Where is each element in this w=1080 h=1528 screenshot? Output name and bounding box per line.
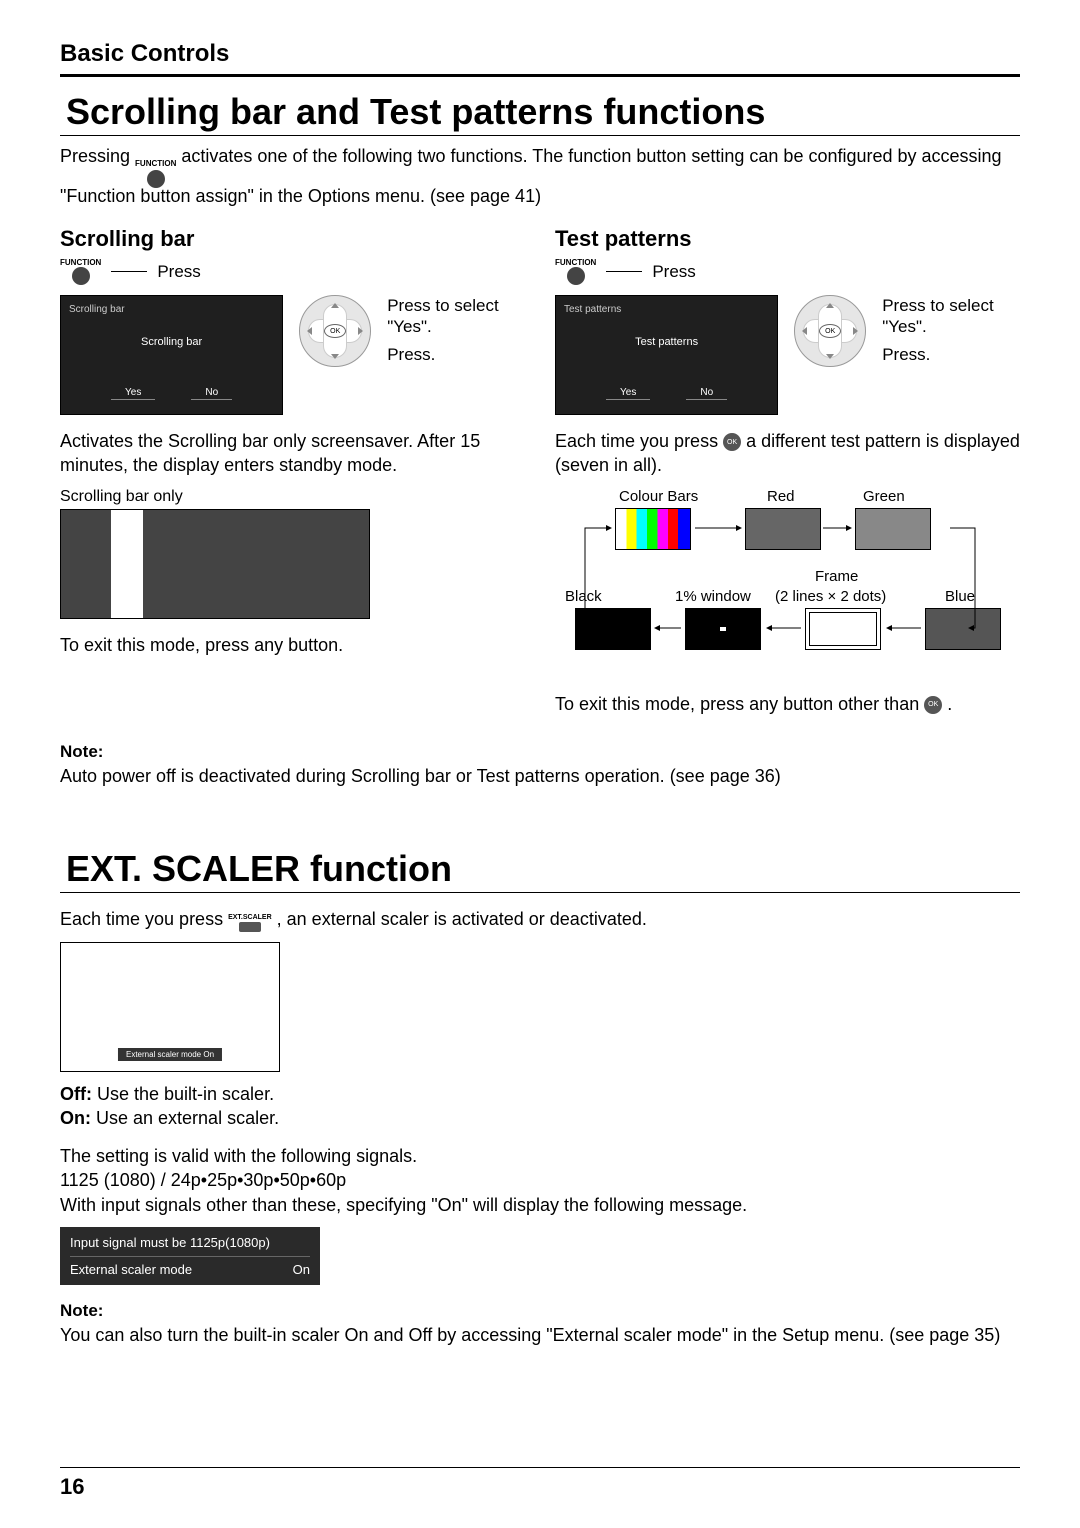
intro-text: Pressing FUNCTION activates one of the f… <box>60 144 1020 208</box>
header-rule <box>60 74 1020 77</box>
scrolling-exit: To exit this mode, press any button. <box>60 633 525 657</box>
function-label: FUNCTION <box>555 258 596 267</box>
osd-no: No <box>686 386 727 400</box>
footer-rule <box>60 1467 1020 1468</box>
test-pattern-diagram: Colour Bars Red Green Frame Black 1% win… <box>555 488 1020 688</box>
function-button-icon <box>567 267 585 285</box>
black-thumb <box>575 608 651 650</box>
dpad-captions: Press to select "Yes". Press. <box>387 295 525 365</box>
section-header: Basic Controls <box>60 40 1020 68</box>
osd-scrolling: Scrolling bar Scrolling bar Yes No <box>60 295 283 415</box>
ok-icon: OK <box>924 696 942 714</box>
title-ext-scaler: EXT. SCALER function <box>66 848 1020 890</box>
title-scrolling-test: Scrolling bar and Test patterns function… <box>66 91 1020 133</box>
test-heading: Test patterns <box>555 226 1020 252</box>
note-label: Note: <box>60 742 1020 762</box>
note-text: Auto power off is deactivated during Scr… <box>60 764 1020 788</box>
frame-thumb <box>805 608 881 650</box>
ok-icon: OK <box>723 433 741 451</box>
scrolling-only-label: Scrolling bar only <box>60 488 525 506</box>
note-text: You can also turn the built-in scaler On… <box>60 1323 1020 1347</box>
note-label: Note: <box>60 1301 1020 1321</box>
scrolling-column: Scrolling bar FUNCTION Press Scrolling b… <box>60 226 525 726</box>
rule <box>60 135 1020 136</box>
function-button-icon <box>72 267 90 285</box>
ext-intro: Each time you press EXT.SCALER , an exte… <box>60 907 1020 931</box>
test-desc: Each time you press OK a different test … <box>555 429 1020 478</box>
osd-test: Test patterns Test patterns Yes No <box>555 295 778 415</box>
test-exit: To exit this mode, press any button othe… <box>555 692 1020 716</box>
ext-message-box: Input signal must be 1125p(1080p) Extern… <box>60 1227 320 1285</box>
testpatterns-column: Test patterns FUNCTION Press Test patter… <box>555 226 1020 726</box>
red-thumb <box>745 508 821 550</box>
ext-scaler-button-icon: EXT.SCALER <box>228 913 272 932</box>
green-thumb <box>855 508 931 550</box>
rule <box>60 892 1020 893</box>
scrolling-heading: Scrolling bar <box>60 226 525 252</box>
blue-thumb <box>925 608 1001 650</box>
ext-osd-preview: External scaler mode On <box>60 942 280 1072</box>
intro-a: Pressing <box>60 146 135 166</box>
scrolling-desc: Activates the Scrolling bar only screens… <box>60 429 525 478</box>
ext-off-on: Off: Use the built-in scaler. On: Use an… <box>60 1082 1020 1131</box>
ext-signals: The setting is valid with the following … <box>60 1144 1020 1217</box>
colourbars-thumb <box>615 508 691 550</box>
osd-no: No <box>191 386 232 400</box>
dpad-icon: OK <box>299 295 371 367</box>
1pct-thumb <box>685 608 761 650</box>
scrollbar-preview <box>60 509 370 619</box>
osd-yes: Yes <box>111 386 155 400</box>
dpad-captions: Press to select "Yes". Press. <box>882 295 1020 365</box>
page-number: 16 <box>60 1474 84 1500</box>
dpad-icon: OK <box>794 295 866 367</box>
function-label: FUNCTION <box>60 258 101 267</box>
press-label: Press <box>157 262 200 282</box>
intro-b: activates one of the following two funct… <box>60 146 1002 206</box>
osd-yes: Yes <box>606 386 650 400</box>
press-label: Press <box>652 262 695 282</box>
function-button-icon: FUNCTION <box>135 159 176 188</box>
